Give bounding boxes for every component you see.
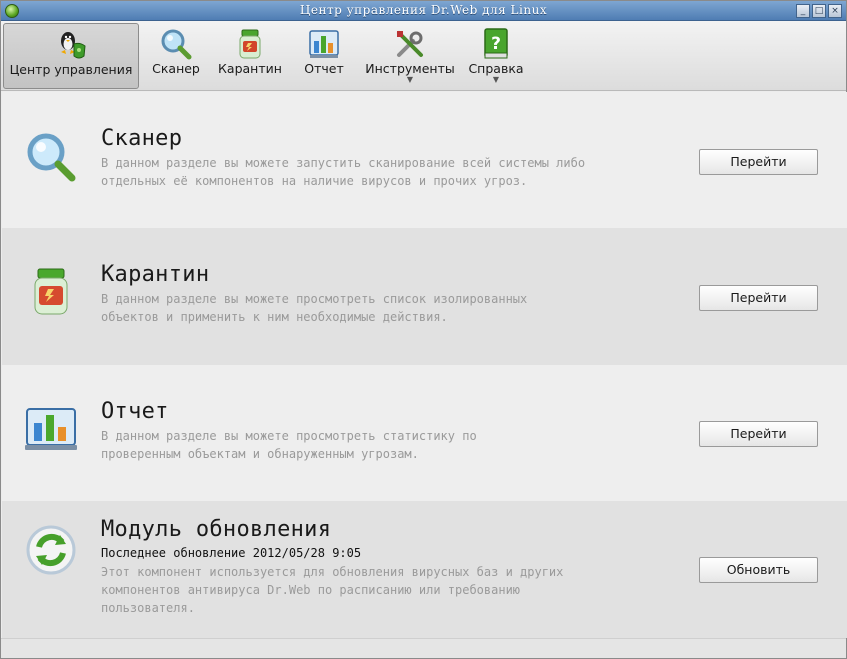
svg-text:?: ?: [491, 34, 501, 54]
quarantine-jar-icon: [239, 29, 261, 59]
toolbar: Центр управления Сканер Карантин Отчет И…: [1, 21, 846, 91]
toolbar-label: Справка: [468, 61, 524, 76]
section-description: Этот компонент используется для обновлен…: [101, 565, 564, 615]
quarantine-go-button[interactable]: Перейти: [699, 285, 818, 311]
chevron-down-icon: ▼: [406, 75, 414, 84]
title-bar[interactable]: Центр управления Dr.Web для Linux _ □ ×: [1, 1, 846, 21]
minimize-button[interactable]: _: [796, 4, 810, 18]
quarantine-jar-icon: [34, 268, 68, 315]
report-chart-icon: [25, 408, 77, 450]
chevron-down-icon: ▼: [492, 75, 500, 84]
toolbar-label: Сканер: [152, 61, 200, 76]
control-center-icon: [61, 32, 86, 59]
last-update-text: Последнее обновление 2012/05/28 9:05: [101, 546, 362, 560]
toolbar-help[interactable]: ? Справка ▼: [466, 23, 526, 89]
report-chart-icon: [309, 30, 339, 58]
toolbar-label: Карантин: [218, 61, 282, 76]
update-refresh-icon: [26, 525, 76, 575]
toolbar-control-center[interactable]: Центр управления: [3, 23, 139, 89]
section-title: Сканер: [101, 126, 183, 151]
toolbar-report[interactable]: Отчет: [298, 23, 350, 89]
maximize-button[interactable]: □: [812, 4, 826, 18]
status-area: [1, 638, 846, 658]
toolbar-label: Инструменты: [365, 61, 455, 76]
scanner-go-button[interactable]: Перейти: [699, 149, 818, 175]
toolbar-quarantine[interactable]: Карантин: [213, 23, 287, 89]
magnifier-icon: [27, 133, 76, 182]
section-title: Модуль обновления: [101, 517, 332, 542]
window-title: Центр управления Dr.Web для Linux: [299, 3, 548, 17]
window-controls: _ □ ×: [796, 4, 842, 18]
toolbar-label: Центр управления: [9, 62, 133, 77]
magnifier-icon: [161, 29, 192, 60]
section-description: В данном разделе вы можете просмотреть с…: [101, 429, 477, 461]
section-title: Карантин: [101, 262, 210, 287]
toolbar-tools[interactable]: Инструменты ▼: [363, 23, 457, 89]
section-quarantine: Карантин В данном разделе вы можете прос…: [2, 228, 847, 365]
update-button[interactable]: Обновить: [699, 557, 818, 583]
help-book-icon: ?: [484, 28, 508, 59]
section-description: В данном разделе вы можете просмотреть с…: [101, 292, 528, 324]
toolbar-label: Отчет: [304, 61, 344, 76]
close-button[interactable]: ×: [828, 4, 842, 18]
section-title: Отчет: [101, 399, 169, 424]
section-scanner: Сканер В данном разделе вы можете запуст…: [2, 92, 847, 228]
tools-icon: [397, 31, 423, 57]
main-window: Центр управления Dr.Web для Linux _ □ × …: [0, 0, 847, 659]
section-report: Отчет В данном разделе вы можете просмот…: [2, 365, 847, 501]
section-description: В данном разделе вы можете запустить ска…: [101, 156, 586, 188]
report-go-button[interactable]: Перейти: [699, 421, 818, 447]
toolbar-scanner[interactable]: Сканер: [148, 23, 204, 89]
section-update: Модуль обновления Последнее обновление 2…: [2, 501, 847, 638]
